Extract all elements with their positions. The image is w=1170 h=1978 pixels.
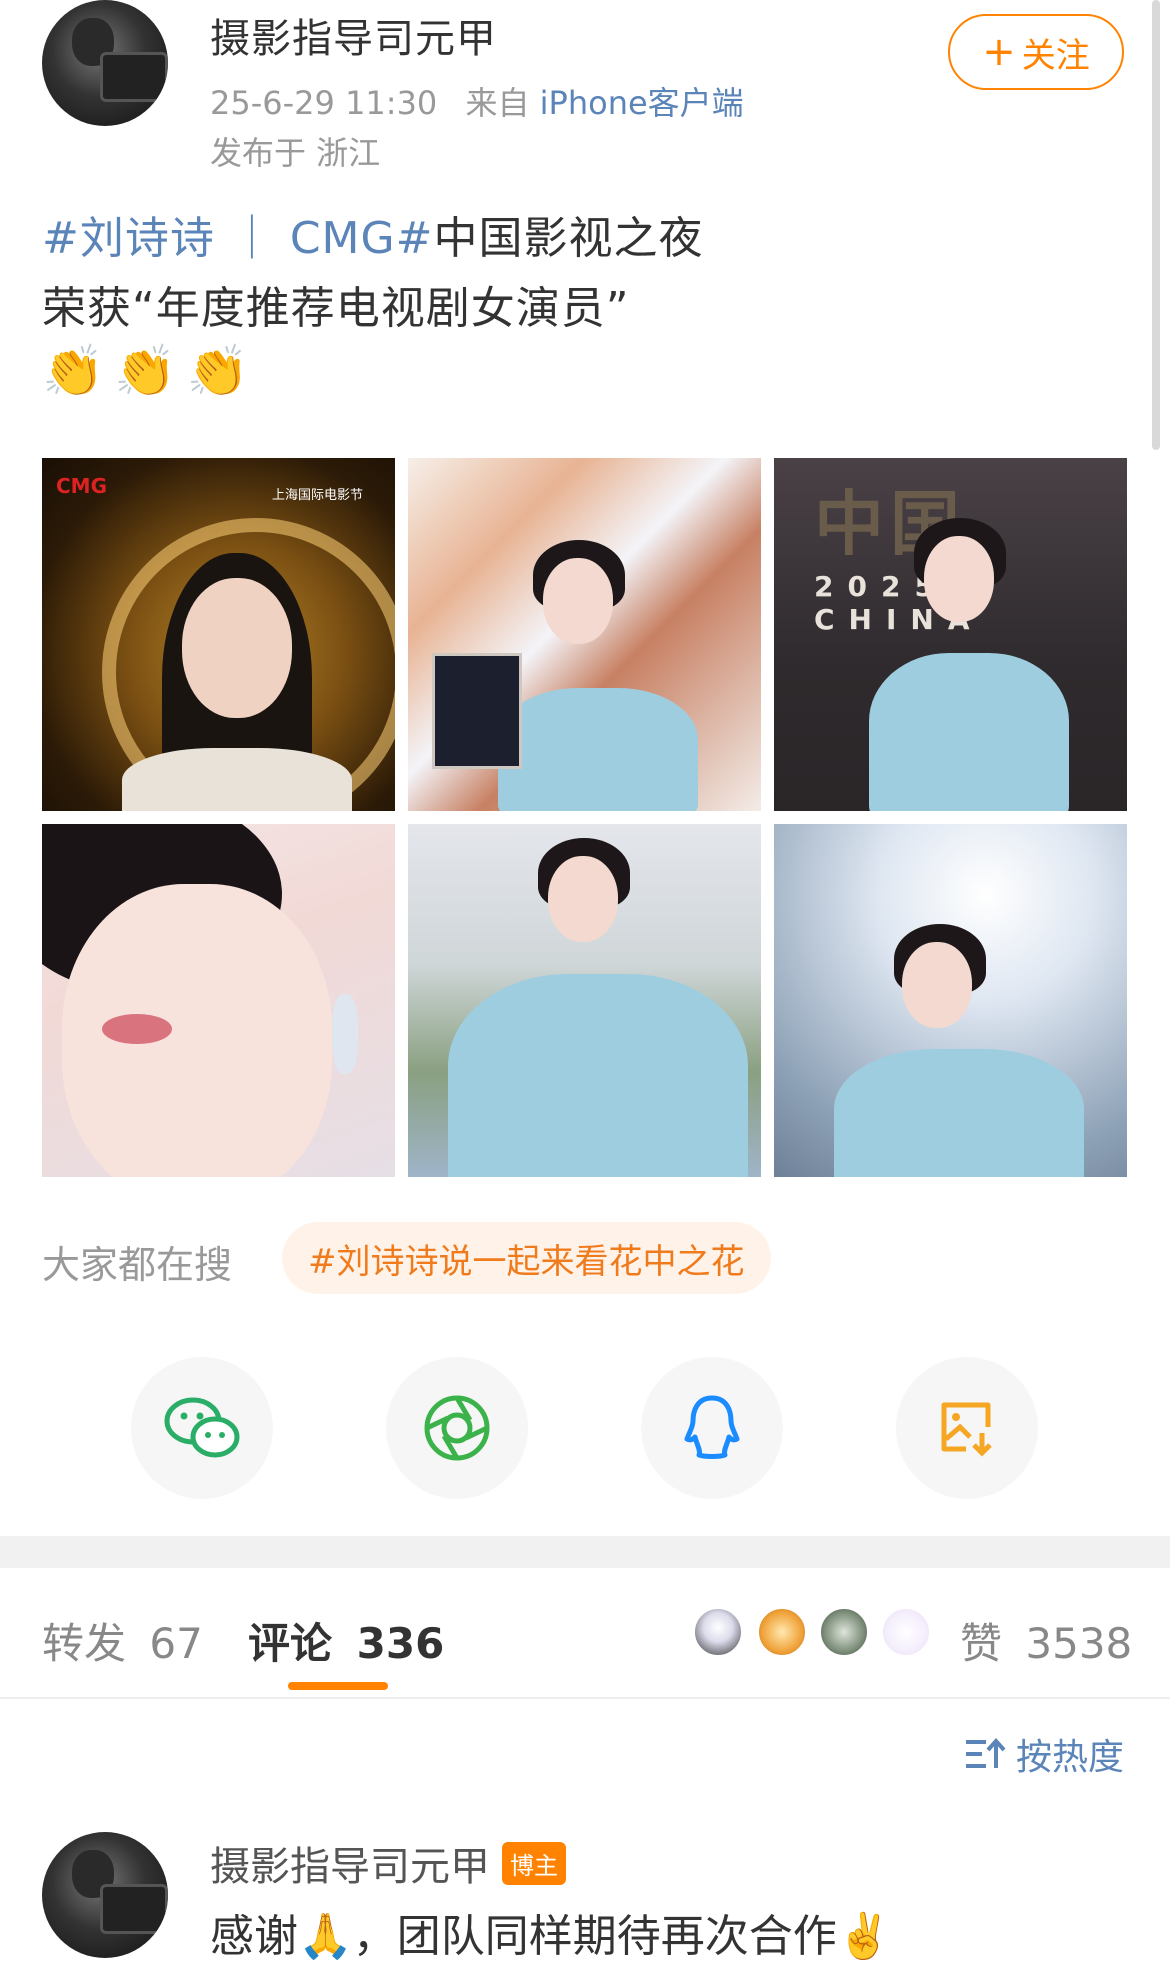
sort-button[interactable]: 按热度: [964, 1728, 1124, 1780]
liker-avatar-1[interactable]: [692, 1606, 744, 1658]
camera-shape: [100, 52, 168, 102]
follow-label: 关注: [1021, 35, 1090, 76]
liker-avatar-2[interactable]: [756, 1606, 808, 1658]
hashtag-link[interactable]: #刘诗诗 ｜ CMG#: [42, 213, 434, 264]
share-save-image[interactable]: [896, 1357, 1038, 1499]
tab-comments[interactable]: 评论 336: [248, 1610, 444, 1671]
festival-logo: 上海国际电影节: [272, 488, 364, 503]
post-text-line2: 荣获“年度推荐电视剧女演员”: [42, 283, 630, 334]
like-count: 3538: [1025, 1619, 1133, 1668]
photo-3[interactable]: 中国 2025 CHINA: [774, 458, 1127, 811]
from-label: 来自: [465, 84, 530, 122]
photo-6[interactable]: [774, 824, 1127, 1177]
sort-icon: [966, 1737, 1006, 1768]
sort-label: 按热度: [1016, 1737, 1125, 1778]
wechat-icon: [164, 1397, 240, 1458]
post-text-rest: 中国影视之夜: [433, 213, 704, 264]
client-name[interactable]: iPhone客户端: [540, 84, 744, 122]
tab-repost[interactable]: 转发 67: [42, 1610, 203, 1671]
moments-icon: [424, 1395, 490, 1461]
likes[interactable]: 赞 3538: [960, 1610, 1132, 1671]
liker-avatar-3[interactable]: [818, 1606, 870, 1658]
share-qq[interactable]: [641, 1357, 783, 1499]
photo-5[interactable]: [408, 824, 761, 1177]
repost-count: 67: [149, 1619, 203, 1668]
plus-icon: +: [982, 29, 1016, 75]
share-wechat[interactable]: [131, 1357, 273, 1499]
award-plaque: [432, 653, 522, 769]
post-meta: 25-6-29 11:30 来自 iPhone客户端: [210, 78, 744, 124]
post-text-line1: #刘诗诗 ｜ CMG#中国影视之夜: [42, 204, 704, 274]
photo-1[interactable]: CMG 上海国际电影节: [42, 458, 395, 811]
photo-4[interactable]: [42, 824, 395, 1177]
qq-icon: [684, 1395, 740, 1459]
author-name[interactable]: 摄影指导司元甲: [210, 6, 497, 64]
trending-topic[interactable]: #刘诗诗说一起来看花中之花: [282, 1222, 771, 1294]
trending-label: 大家都在搜: [42, 1243, 233, 1287]
save-image-icon: [941, 1402, 992, 1457]
follow-button[interactable]: + 关注: [948, 14, 1124, 90]
active-tab-indicator: [288, 1682, 388, 1690]
repost-label: 转发: [42, 1619, 127, 1668]
post-location: 发布于 浙江: [210, 134, 381, 172]
tabs-divider: [0, 1697, 1170, 1699]
camera-shape: [100, 1884, 168, 1934]
like-label: 赞: [960, 1619, 1003, 1668]
share-moments[interactable]: [386, 1357, 528, 1499]
post-date: 25-6-29 11:30: [210, 84, 438, 122]
author-avatar[interactable]: [42, 0, 168, 126]
photo-2[interactable]: [408, 458, 761, 811]
comment-label: 评论: [248, 1619, 333, 1668]
liker-avatar-4[interactable]: [880, 1606, 932, 1658]
clap-emojis: 👏👏👏: [42, 342, 259, 400]
comment-author-name[interactable]: 摄影指导司元甲: [210, 1834, 490, 1892]
comment-header: 摄影指导司元甲 博主: [210, 1834, 566, 1892]
author-badge: 博主: [502, 1841, 566, 1885]
section-gap: [0, 1536, 1170, 1568]
earring: [332, 994, 358, 1074]
comment-count: 336: [356, 1619, 445, 1668]
comment-author-avatar[interactable]: [42, 1832, 168, 1958]
cmg-logo: CMG: [56, 474, 107, 498]
scrollbar[interactable]: [1152, 0, 1160, 450]
comment-text: 感谢🙏，团队同样期待再次合作✌️: [210, 1911, 892, 1962]
